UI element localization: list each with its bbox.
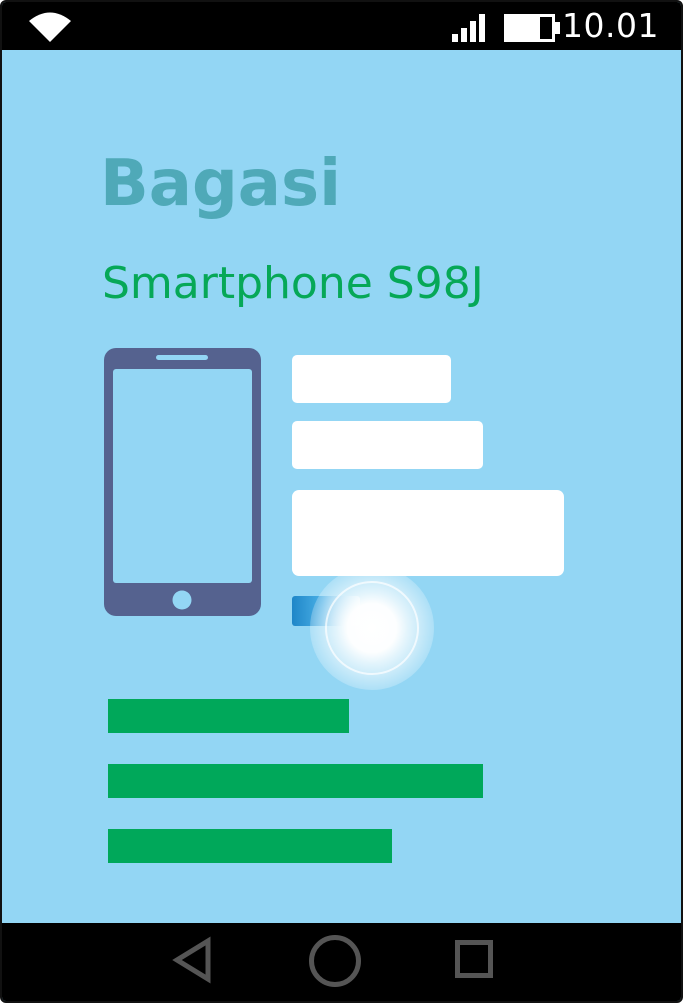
text-placeholder-line-2	[108, 764, 483, 798]
form-field-3[interactable]	[292, 490, 564, 576]
text-placeholder-line-3	[108, 829, 392, 863]
home-icon[interactable]	[307, 933, 363, 993]
main-content: Bagasi Smartphone S98J	[2, 50, 681, 926]
form-field-1[interactable]	[292, 355, 451, 403]
back-icon[interactable]	[172, 933, 212, 991]
phone-screen: 10.01 Bagasi Smartphone S98J	[0, 0, 683, 1003]
app-title: Bagasi	[100, 147, 341, 221]
product-name: Smartphone S98J	[102, 258, 484, 309]
recent-apps-icon[interactable]	[452, 933, 496, 993]
status-bar: 10.01	[2, 2, 681, 50]
signal-icon	[452, 14, 488, 46]
touch-ring	[325, 581, 419, 675]
smartphone-icon	[104, 348, 261, 620]
status-time: 10.01	[562, 6, 659, 45]
battery-icon	[504, 14, 562, 46]
text-placeholder-line-1	[108, 699, 349, 733]
navigation-bar	[2, 923, 681, 1001]
form-field-2[interactable]	[292, 421, 483, 469]
wifi-icon	[28, 12, 72, 46]
